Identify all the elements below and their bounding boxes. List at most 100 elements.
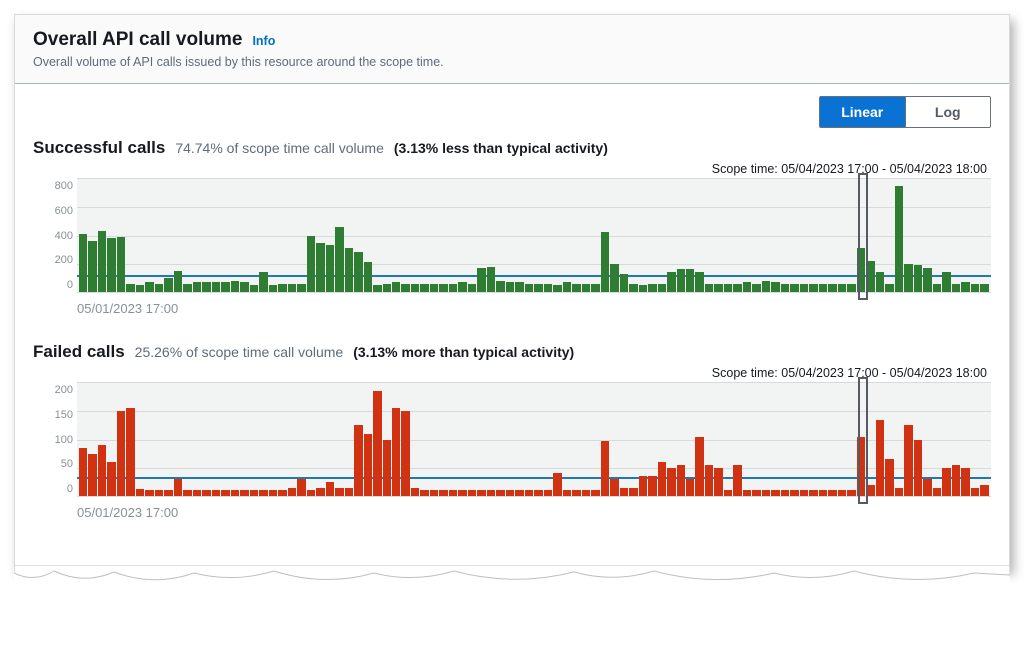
bar[interactable] xyxy=(971,488,979,496)
bar[interactable] xyxy=(572,284,580,292)
bar[interactable] xyxy=(648,284,656,292)
bar[interactable] xyxy=(117,237,125,292)
bar[interactable] xyxy=(961,282,969,292)
bar[interactable] xyxy=(117,411,125,496)
bar[interactable] xyxy=(724,490,732,496)
bar[interactable] xyxy=(809,284,817,292)
bar[interactable] xyxy=(155,284,163,292)
bar[interactable] xyxy=(98,231,106,292)
bar[interactable] xyxy=(364,262,372,292)
plot-area[interactable] xyxy=(77,178,991,293)
bar[interactable] xyxy=(164,490,172,496)
bar[interactable] xyxy=(155,490,163,496)
bar[interactable] xyxy=(762,490,770,496)
bar[interactable] xyxy=(667,468,675,496)
bar[interactable] xyxy=(582,490,590,496)
bar[interactable] xyxy=(278,284,286,292)
bar[interactable] xyxy=(714,284,722,292)
bar[interactable] xyxy=(164,278,172,292)
bar[interactable] xyxy=(401,411,409,496)
bar[interactable] xyxy=(639,285,647,292)
bar[interactable] xyxy=(212,490,220,496)
bar[interactable] xyxy=(733,465,741,496)
bar[interactable] xyxy=(458,490,466,496)
bar[interactable] xyxy=(885,459,893,496)
bar[interactable] xyxy=(420,490,428,496)
bar[interactable] xyxy=(439,490,447,496)
bar[interactable] xyxy=(411,284,419,292)
bar[interactable] xyxy=(487,490,495,496)
bar[interactable] xyxy=(250,490,258,496)
bar[interactable] xyxy=(392,282,400,292)
bar[interactable] xyxy=(714,468,722,496)
bar[interactable] xyxy=(838,284,846,292)
bar[interactable] xyxy=(335,488,343,496)
bar[interactable] xyxy=(686,479,694,496)
bar[interactable] xyxy=(231,281,239,292)
bar[interactable] xyxy=(695,272,703,292)
bar[interactable] xyxy=(677,465,685,496)
bar[interactable] xyxy=(952,465,960,496)
bar[interactable] xyxy=(705,465,713,496)
bar[interactable] xyxy=(781,490,789,496)
bar[interactable] xyxy=(496,281,504,292)
bar[interactable] xyxy=(345,248,353,292)
bar[interactable] xyxy=(468,284,476,292)
bar[interactable] xyxy=(914,265,922,292)
bar[interactable] xyxy=(202,282,210,292)
bar[interactable] xyxy=(278,490,286,496)
bar[interactable] xyxy=(183,284,191,292)
bar[interactable] xyxy=(107,462,115,496)
bar[interactable] xyxy=(743,282,751,292)
bar[interactable] xyxy=(506,282,514,292)
bar[interactable] xyxy=(383,440,391,497)
bar[interactable] xyxy=(771,490,779,496)
bar[interactable] xyxy=(98,445,106,496)
bar[interactable] xyxy=(629,488,637,496)
bar[interactable] xyxy=(572,490,580,496)
bar[interactable] xyxy=(971,284,979,292)
bar[interactable] xyxy=(145,282,153,292)
bar[interactable] xyxy=(373,391,381,496)
bar[interactable] xyxy=(534,284,542,292)
bar[interactable] xyxy=(942,272,950,292)
bar[interactable] xyxy=(980,485,988,496)
bar[interactable] xyxy=(876,420,884,496)
bar[interactable] xyxy=(392,408,400,496)
bar[interactable] xyxy=(952,284,960,292)
bar[interactable] xyxy=(79,234,87,292)
bar[interactable] xyxy=(221,282,229,292)
bar[interactable] xyxy=(620,488,628,496)
bar[interactable] xyxy=(525,284,533,292)
bar[interactable] xyxy=(601,441,609,496)
bar[interactable] xyxy=(515,282,523,292)
bar[interactable] xyxy=(449,284,457,292)
bar[interactable] xyxy=(876,272,884,292)
bar[interactable] xyxy=(904,425,912,496)
bar[interactable] xyxy=(800,490,808,496)
bar[interactable] xyxy=(506,490,514,496)
bar[interactable] xyxy=(553,473,561,496)
bar[interactable] xyxy=(458,282,466,292)
bar[interactable] xyxy=(174,479,182,496)
bar[interactable] xyxy=(496,490,504,496)
bar[interactable] xyxy=(923,268,931,292)
bar[interactable] xyxy=(762,281,770,292)
bar[interactable] xyxy=(430,490,438,496)
bar[interactable] xyxy=(838,490,846,496)
bar[interactable] xyxy=(250,285,258,292)
bar[interactable] xyxy=(819,490,827,496)
bar[interactable] xyxy=(240,282,248,292)
bar[interactable] xyxy=(980,284,988,292)
bar[interactable] xyxy=(525,490,533,496)
bar[interactable] xyxy=(809,490,817,496)
bar[interactable] xyxy=(961,468,969,496)
bar[interactable] xyxy=(449,490,457,496)
bar[interactable] xyxy=(240,490,248,496)
bar[interactable] xyxy=(288,284,296,292)
bar[interactable] xyxy=(847,490,855,496)
bar[interactable] xyxy=(677,269,685,292)
bar[interactable] xyxy=(515,490,523,496)
bar[interactable] xyxy=(639,476,647,496)
bar[interactable] xyxy=(544,284,552,292)
